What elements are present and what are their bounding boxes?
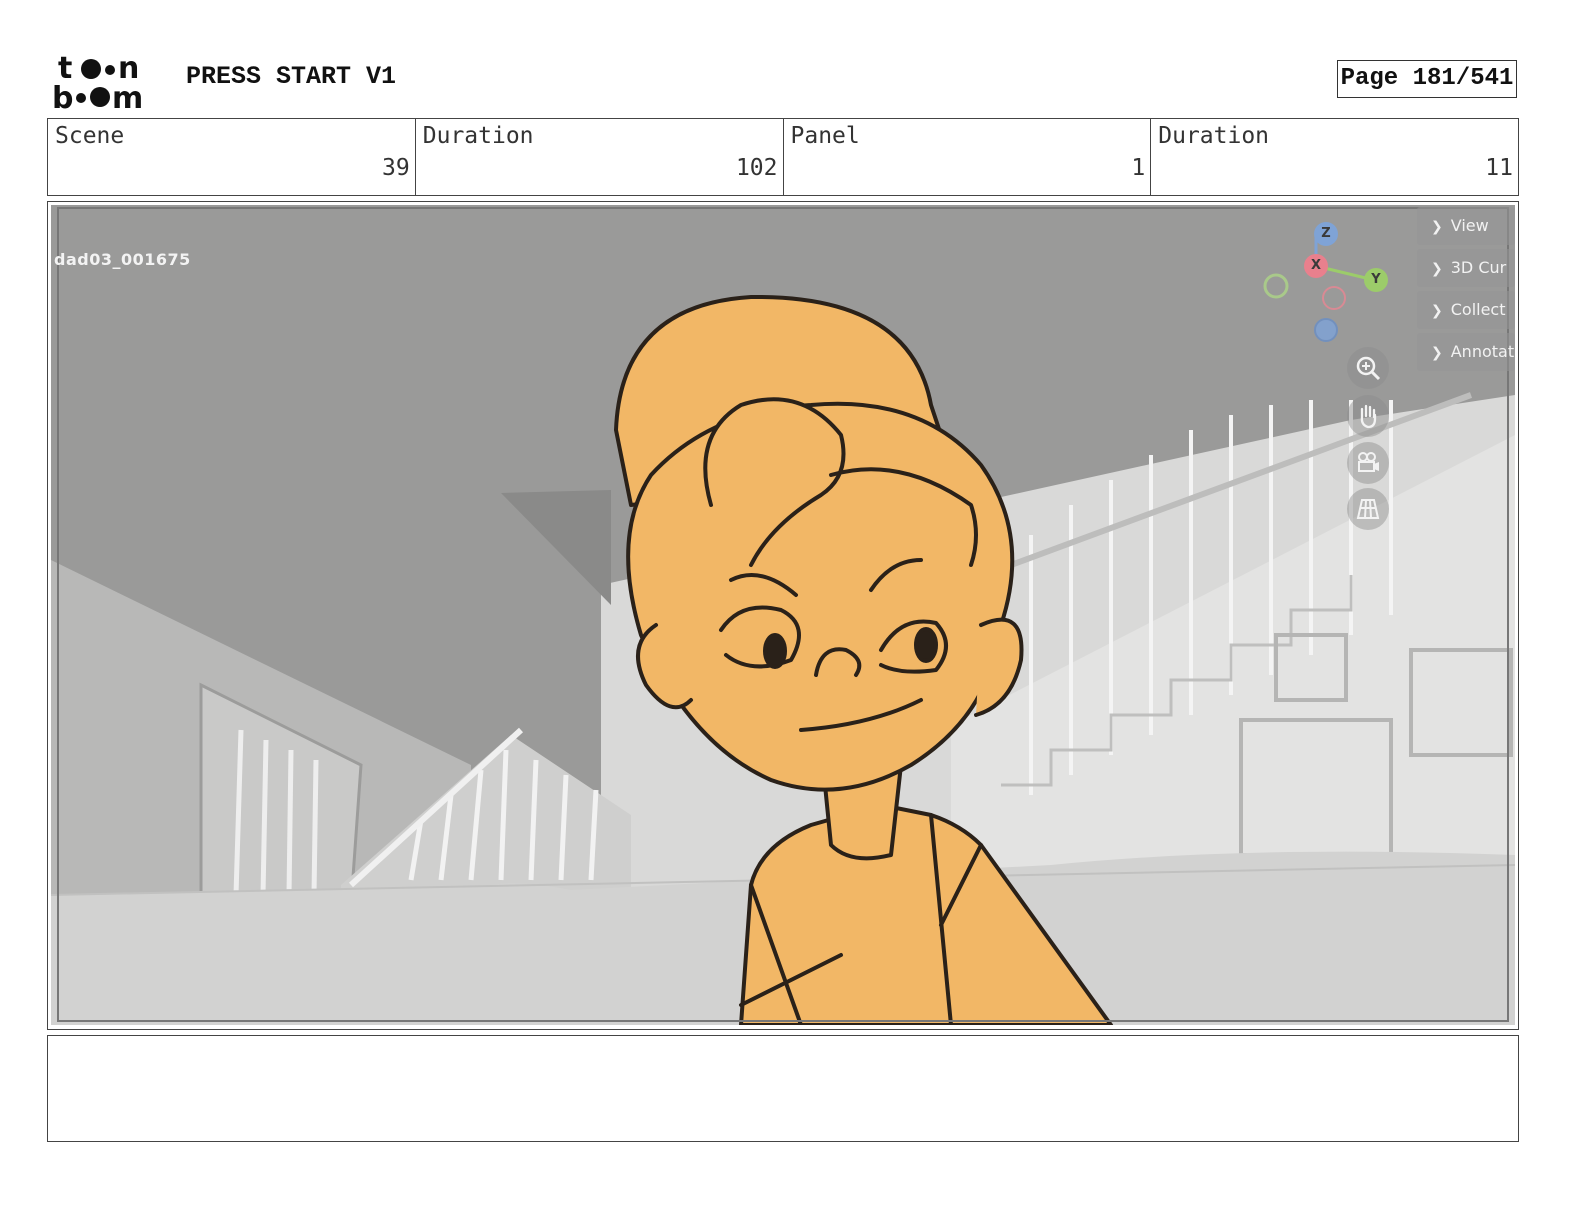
camera-icon <box>1358 452 1379 472</box>
hand-icon <box>1360 404 1377 429</box>
panel-value: 1 <box>1131 155 1146 181</box>
scene-duration-label: Duration <box>422 123 534 149</box>
panel-duration-value: 11 <box>1485 155 1513 181</box>
gizmo-x-axis[interactable]: X <box>1304 254 1328 278</box>
side-item-3d-cursor[interactable]: ❯ 3D Cur <box>1417 249 1515 287</box>
panel-cell: Panel 1 <box>782 119 1151 195</box>
svg-text:b: b <box>52 81 73 110</box>
gizmo-z-axis[interactable]: Z <box>1314 222 1338 246</box>
side-item-annotation[interactable]: ❯ Annotat <box>1417 333 1515 371</box>
frame-id-label: dad03_001675 <box>54 250 191 269</box>
pan-tool-button[interactable] <box>1347 395 1389 437</box>
panel-duration-label: Duration <box>1158 123 1270 149</box>
chevron-right-icon: ❯ <box>1431 261 1443 277</box>
axis-gizmo[interactable]: Z X Y <box>1258 218 1398 348</box>
svg-text:m: m <box>112 81 143 110</box>
viewport-side-panel: ❯ View ❯ 3D Cur ❯ Collect ❯ Annotat <box>1417 207 1515 375</box>
side-item-collection[interactable]: ❯ Collect <box>1417 291 1515 329</box>
camera-tool-button[interactable] <box>1347 442 1389 484</box>
panel-duration-cell: Duration 11 <box>1150 119 1518 195</box>
scene-value: 39 <box>382 155 410 181</box>
side-item-view[interactable]: ❯ View <box>1417 207 1515 245</box>
panel-notes-box[interactable] <box>47 1035 1519 1142</box>
chevron-right-icon: ❯ <box>1431 219 1443 235</box>
scene-info-table: Scene 39 Duration 102 Panel 1 Duration 1… <box>47 118 1519 196</box>
chevron-right-icon: ❯ <box>1431 345 1443 361</box>
scene-cell: Scene 39 <box>48 119 415 195</box>
grid-icon <box>1356 499 1380 519</box>
scene-label: Scene <box>55 123 125 149</box>
zoom-icon <box>1356 356 1381 381</box>
grid-tool-button[interactable] <box>1347 488 1389 530</box>
panel-label: Panel <box>790 123 860 149</box>
scene-duration-value: 102 <box>735 155 778 181</box>
project-title: PRESS START V1 <box>186 62 397 91</box>
page-number: Page 181/541 <box>1337 60 1517 98</box>
zoom-tool-button[interactable] <box>1347 347 1389 389</box>
scene-duration-cell: Duration 102 <box>414 119 783 195</box>
gizmo-y-axis[interactable]: Y <box>1364 268 1388 292</box>
chevron-right-icon: ❯ <box>1431 303 1443 319</box>
toon-boom-logo: t n b m <box>52 51 164 116</box>
